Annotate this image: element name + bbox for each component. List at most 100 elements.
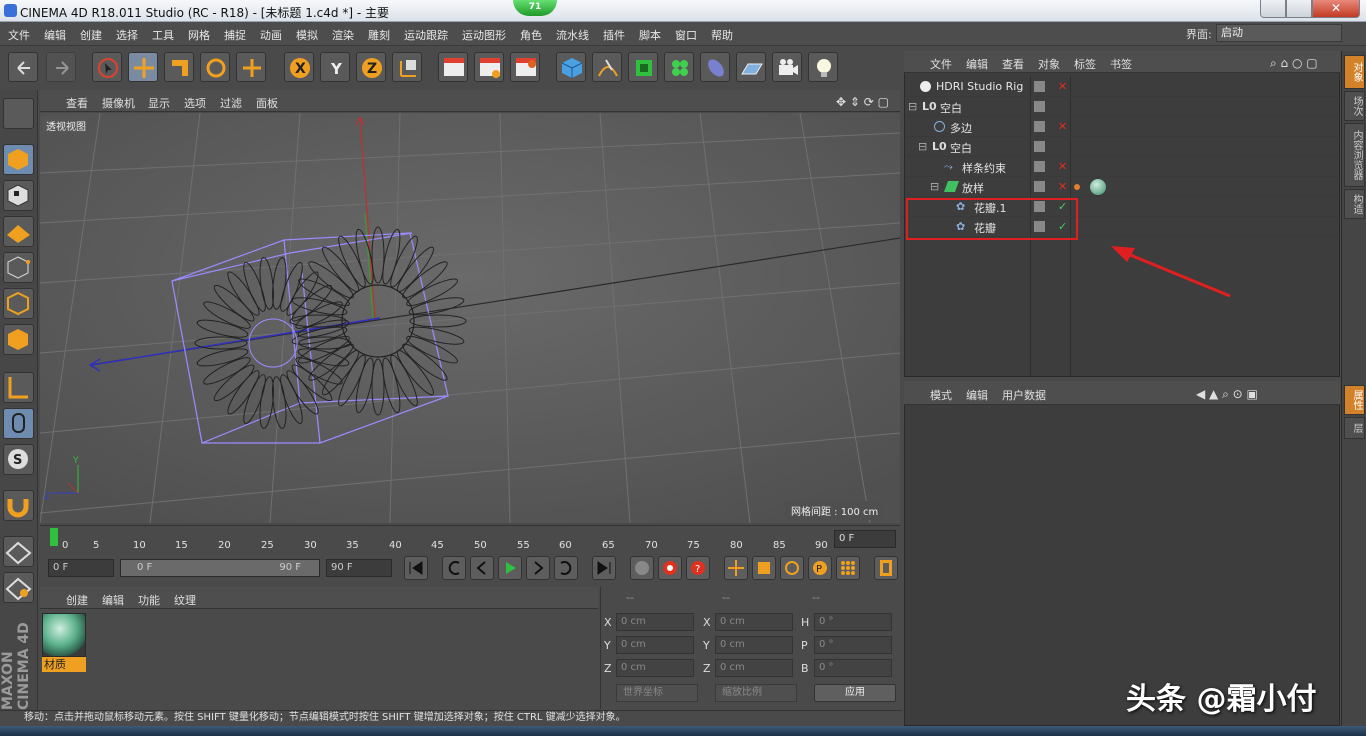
timeline-window-button[interactable]: [874, 556, 898, 580]
scale-tool-button[interactable]: [164, 52, 194, 82]
visibility-toggle[interactable]: ✕: [1058, 120, 1067, 133]
camera-button[interactable]: [772, 52, 802, 82]
tab-objects[interactable]: 对象: [1344, 55, 1365, 89]
menu-plugins[interactable]: 插件: [603, 27, 625, 43]
tweak-mode-button[interactable]: [3, 408, 34, 439]
menu-help[interactable]: 帮助: [711, 27, 733, 43]
prev-frame-button[interactable]: [470, 556, 494, 580]
visibility-toggle[interactable]: ✕: [1058, 80, 1067, 93]
menu-simulate[interactable]: 模拟: [296, 27, 318, 43]
material-tag-icon[interactable]: [1090, 179, 1106, 195]
menu-animate[interactable]: 动画: [260, 27, 282, 43]
redo-button[interactable]: [46, 52, 76, 82]
menu-window[interactable]: 窗口: [675, 27, 697, 43]
menu-character[interactable]: 角色: [520, 27, 542, 43]
cube-primitive-button[interactable]: [556, 52, 586, 82]
scale-mode-dropdown[interactable]: 缩放比例: [715, 684, 797, 702]
next-frame-button[interactable]: [526, 556, 550, 580]
object-menu-objects[interactable]: 对象: [1038, 56, 1060, 72]
size-x-field[interactable]: 0 cm: [715, 613, 793, 631]
coordinate-system-button[interactable]: [392, 52, 422, 82]
snap-button[interactable]: [3, 490, 34, 521]
go-to-end-button[interactable]: [592, 556, 616, 580]
viewport-menu-display[interactable]: 显示: [148, 95, 170, 111]
position-z-field[interactable]: 0 cm: [616, 659, 694, 677]
rotation-b-field[interactable]: 0 °: [814, 659, 892, 677]
rotate-tool-button[interactable]: [200, 52, 230, 82]
go-to-start-button[interactable]: [404, 556, 428, 580]
pen-spline-button[interactable]: [592, 52, 622, 82]
solo-button[interactable]: S: [3, 444, 34, 475]
material-menu-edit[interactable]: 编辑: [102, 592, 124, 608]
record-off-button[interactable]: [630, 556, 654, 580]
attribute-menu-edit[interactable]: 编辑: [966, 387, 988, 403]
menu-tools[interactable]: 工具: [152, 27, 174, 43]
menu-sculpt[interactable]: 雕刻: [368, 27, 390, 43]
viewport-menu-view[interactable]: 查看: [66, 95, 88, 111]
viewport-nav-icons[interactable]: ✥ ⇕ ⟳ ▢: [836, 95, 889, 109]
rotation-h-field[interactable]: 0 °: [814, 613, 892, 631]
minimize-button[interactable]: [1260, 0, 1286, 18]
light-button[interactable]: [808, 52, 838, 82]
material-menu-texture[interactable]: 纹理: [174, 592, 196, 608]
close-button[interactable]: ✕: [1312, 0, 1360, 18]
workplane-align-button[interactable]: [3, 572, 34, 603]
object-row-polygon[interactable]: 多边 ✕: [906, 117, 1338, 137]
menu-mesh[interactable]: 网格: [188, 27, 210, 43]
menu-file[interactable]: 文件: [8, 27, 30, 43]
perspective-viewport[interactable]: Y Z: [40, 113, 900, 523]
viewport-menu-camera[interactable]: 摄像机: [102, 95, 135, 111]
edges-mode-button[interactable]: [3, 288, 34, 319]
start-frame-field[interactable]: 0 F: [48, 559, 114, 577]
material-swatch[interactable]: 材质: [42, 613, 86, 673]
viewport-menu-panel[interactable]: 面板: [256, 95, 278, 111]
key-pla-button[interactable]: [836, 556, 860, 580]
tab-attributes[interactable]: 属性: [1344, 385, 1365, 415]
size-y-field[interactable]: 0 cm: [715, 636, 793, 654]
menu-select[interactable]: 选择: [116, 27, 138, 43]
x-axis-lock-button[interactable]: X: [284, 52, 314, 82]
live-select-button[interactable]: [92, 52, 122, 82]
polygons-mode-button[interactable]: [3, 324, 34, 355]
menu-motion-tracking[interactable]: 运动跟踪: [404, 27, 448, 43]
world-coords-dropdown[interactable]: 世界坐标: [616, 684, 698, 702]
menu-render[interactable]: 渲染: [332, 27, 354, 43]
menu-script[interactable]: 脚本: [639, 27, 661, 43]
prev-keyframe-button[interactable]: [442, 556, 466, 580]
recent-tool-button[interactable]: [236, 52, 266, 82]
object-row-null-2[interactable]: ⊟ L0 空白: [906, 137, 1338, 157]
render-picture-viewer-button[interactable]: [474, 52, 504, 82]
menu-edit[interactable]: 编辑: [44, 27, 66, 43]
attribute-menu-mode[interactable]: 模式: [930, 387, 952, 403]
object-menu-view[interactable]: 查看: [1002, 56, 1024, 72]
expand-icon[interactable]: ⊟: [908, 100, 917, 113]
size-z-field[interactable]: 0 cm: [715, 659, 793, 677]
cloner-button[interactable]: [664, 52, 694, 82]
current-frame-field[interactable]: 0 F: [834, 530, 896, 548]
menu-pipeline[interactable]: 流水线: [556, 27, 589, 43]
autokey-button[interactable]: ?: [686, 556, 710, 580]
menu-create[interactable]: 创建: [80, 27, 102, 43]
visibility-toggle[interactable]: ✕: [1058, 160, 1067, 173]
texture-mode-button[interactable]: [3, 180, 34, 211]
viewport-menu-options[interactable]: 选项: [184, 95, 206, 111]
attribute-menu-userdata[interactable]: 用户数据: [1002, 387, 1046, 403]
viewport-menu-filter[interactable]: 过滤: [220, 95, 242, 111]
object-menu-edit[interactable]: 编辑: [966, 56, 988, 72]
points-mode-button[interactable]: [3, 252, 34, 283]
object-row-spline-wrap[interactable]: ⤳ 样条约束 ✕: [906, 157, 1338, 177]
end-frame-field[interactable]: 90 F: [326, 559, 392, 577]
attribute-nav-icons[interactable]: ◀ ▲ ⌕ ⊙ ▣: [1196, 387, 1258, 402]
position-y-field[interactable]: 0 cm: [616, 636, 694, 654]
tab-content-browser[interactable]: 内容浏览器: [1344, 123, 1365, 187]
visibility-toggle[interactable]: ✕: [1058, 180, 1067, 193]
object-row-hdri[interactable]: HDRI Studio Rig ✕: [906, 77, 1338, 97]
workplane-lock-button[interactable]: [3, 536, 34, 567]
tab-takes[interactable]: 场次: [1344, 91, 1365, 121]
object-menu-file[interactable]: 文件: [930, 56, 952, 72]
object-menu-bookmarks[interactable]: 书签: [1110, 56, 1132, 72]
object-search-icon[interactable]: ⌕ ⌂ ○ ▢: [1270, 56, 1318, 71]
apply-button[interactable]: 应用: [814, 684, 896, 702]
object-menu-tags[interactable]: 标签: [1074, 56, 1096, 72]
floor-button[interactable]: [736, 52, 766, 82]
